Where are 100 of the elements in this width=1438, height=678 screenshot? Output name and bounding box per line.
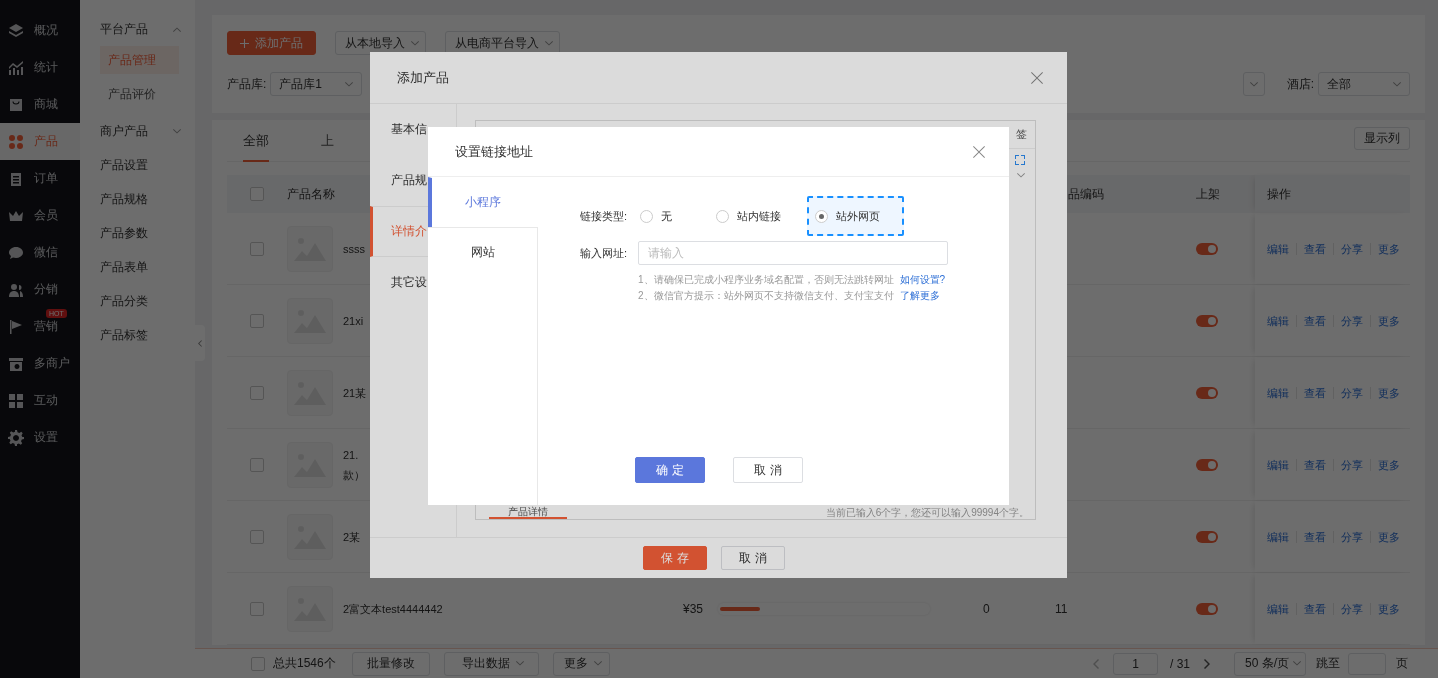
page-label: 页 <box>1396 655 1408 672</box>
help-link[interactable]: 了解更多 <box>899 290 940 301</box>
nav-item[interactable]: 产品表单 <box>80 250 195 284</box>
nav-item[interactable]: 产品设置 <box>80 148 195 182</box>
people-icon <box>8 281 24 298</box>
checkbox[interactable] <box>250 457 264 472</box>
checkbox[interactable] <box>250 241 264 256</box>
nav-item[interactable]: 产品管理 <box>100 46 179 74</box>
toggle-switch[interactable] <box>1196 458 1218 471</box>
radio-option[interactable]: 站外网页 <box>807 196 904 236</box>
action-link[interactable]: 查看 <box>1296 602 1333 615</box>
action-link[interactable]: 更多 <box>1370 530 1407 543</box>
action-link[interactable]: 查看 <box>1296 458 1333 471</box>
sidebar-item[interactable]: 微信 <box>0 234 80 271</box>
show-columns-button[interactable]: 显示列 <box>1354 127 1410 150</box>
action-link[interactable]: 编辑 <box>1267 314 1296 327</box>
checkbox[interactable] <box>250 187 264 201</box>
nav-item[interactable]: 产品参数 <box>80 216 195 250</box>
radio-button[interactable] <box>815 209 828 223</box>
sidebar-item[interactable]: 互动 <box>0 382 80 419</box>
bag-icon <box>8 96 24 113</box>
filter-select[interactable] <box>1242 72 1265 96</box>
toggle-switch[interactable] <box>1196 386 1218 399</box>
action-link[interactable]: 更多 <box>1370 386 1407 399</box>
checkbox[interactable] <box>250 385 264 400</box>
product-name: 21. 款） <box>343 447 365 483</box>
sidebar-item[interactable]: 商城 <box>0 86 80 123</box>
sidebar-item[interactable]: 产品 <box>0 123 80 160</box>
action-link[interactable]: 编辑 <box>1267 386 1296 399</box>
radio-option[interactable]: 站内链接 <box>708 196 805 236</box>
dialog-title: 添加产品 <box>397 68 449 87</box>
radio-button[interactable] <box>640 209 653 223</box>
action-link[interactable]: 查看 <box>1296 314 1333 327</box>
add-product-button[interactable]: 添加产品 <box>227 31 316 55</box>
action-link[interactable]: 分享 <box>1333 530 1370 543</box>
action-link[interactable]: 查看 <box>1296 242 1333 255</box>
nav-item[interactable]: 产品标签 <box>80 318 195 352</box>
action-link[interactable]: 编辑 <box>1267 602 1296 615</box>
action-link[interactable]: 查看 <box>1296 530 1333 543</box>
nav-item[interactable]: 产品规格 <box>80 182 195 216</box>
nav-item[interactable]: 平台产品 <box>80 12 195 46</box>
nav-item[interactable]: 产品评价 <box>100 80 179 108</box>
product-name: ssss <box>343 241 365 257</box>
sidebar-item[interactable]: 分销 <box>0 271 80 308</box>
toggle-switch[interactable] <box>1196 602 1218 615</box>
library-select[interactable]: 产品库1 <box>270 72 363 96</box>
dialog-tab[interactable]: 小程序 <box>428 177 538 227</box>
sidebar-item[interactable]: 会员 <box>0 197 80 234</box>
status-tab[interactable]: 上 <box>321 120 334 162</box>
sidebar-item[interactable]: 统计 <box>0 49 80 86</box>
cancel-button[interactable]: 取消 <box>733 457 803 483</box>
caret-down-icon <box>593 661 602 666</box>
action-link[interactable]: 分享 <box>1333 242 1370 255</box>
checkbox[interactable] <box>250 601 264 616</box>
more-dropdown[interactable]: 更多 <box>552 651 610 676</box>
status-tab[interactable]: 全部 <box>243 120 269 162</box>
chevron-left-icon <box>198 339 202 347</box>
action-link[interactable]: 查看 <box>1296 386 1333 399</box>
sidebar-item[interactable]: 概况 <box>0 12 80 49</box>
tag-button[interactable]: 签 <box>1016 127 1027 142</box>
action-link[interactable]: 更多 <box>1370 314 1407 327</box>
sidebar-item[interactable]: 多商户 <box>0 345 80 382</box>
action-link[interactable]: 更多 <box>1370 602 1407 615</box>
radio-button[interactable] <box>716 209 729 223</box>
import-dropdown[interactable]: 从电商平台导入 <box>445 31 560 55</box>
action-link[interactable]: 更多 <box>1370 458 1407 471</box>
page-size-select[interactable]: 50 条/页 <box>1234 651 1306 676</box>
url-input[interactable]: 请输入 <box>638 241 948 265</box>
action-link[interactable]: 分享 <box>1333 314 1370 327</box>
export-dropdown[interactable]: 导出数据 <box>443 651 539 676</box>
toggle-switch[interactable] <box>1196 314 1218 327</box>
chevron-left-icon <box>1093 658 1099 669</box>
nav-item[interactable]: 产品分类 <box>80 284 195 318</box>
action-link[interactable]: 分享 <box>1333 386 1370 399</box>
action-link[interactable]: 编辑 <box>1267 530 1296 543</box>
toggle-switch[interactable] <box>1196 242 1218 255</box>
checkbox[interactable] <box>250 313 264 328</box>
checkbox[interactable] <box>250 529 264 544</box>
action-link[interactable]: 编辑 <box>1267 458 1296 471</box>
checkbox[interactable] <box>251 656 265 671</box>
action-link[interactable]: 编辑 <box>1267 242 1296 255</box>
help-link[interactable]: 如何设置? <box>899 274 946 285</box>
save-button[interactable]: 保存 <box>642 546 707 570</box>
nav-item[interactable]: 商户产品 <box>80 114 195 148</box>
dialog-tab[interactable]: 网站 <box>428 227 538 277</box>
collapse-handle[interactable] <box>195 325 205 361</box>
action-link[interactable]: 分享 <box>1333 458 1370 471</box>
action-link[interactable]: 分享 <box>1333 602 1370 615</box>
layers-icon <box>8 22 24 39</box>
import-dropdown[interactable]: 从本地导入 <box>335 31 426 55</box>
sidebar-item[interactable]: 设置 <box>0 419 80 456</box>
page-input[interactable]: 1 <box>1113 652 1158 675</box>
sidebar-item[interactable]: 订单 <box>0 160 80 197</box>
action-link[interactable]: 更多 <box>1370 242 1407 255</box>
batch-edit-button[interactable]: 批量修改 <box>351 651 430 676</box>
cancel-button[interactable]: 取消 <box>720 546 785 570</box>
radio-option[interactable]: 无 <box>638 196 696 236</box>
toggle-switch[interactable] <box>1196 530 1218 543</box>
hotel-select[interactable]: 全部 <box>1318 72 1410 96</box>
confirm-button[interactable]: 确定 <box>635 457 705 483</box>
